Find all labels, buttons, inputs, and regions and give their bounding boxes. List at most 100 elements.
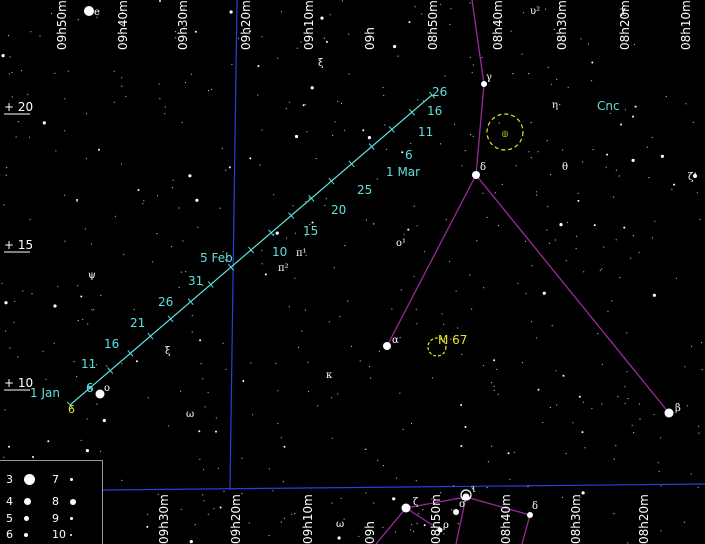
faint-star [5,330,7,332]
faint-star [542,291,546,295]
dec-label-plus20: + 20 [4,100,33,114]
faint-star [555,370,557,372]
faint-star [565,260,567,262]
faint-star [207,513,209,515]
faint-star [487,461,489,463]
faint-star [416,225,418,227]
faint-star [340,497,342,499]
faint-star [275,231,279,235]
faint-star [207,391,209,393]
legend-item-6: 6 [6,528,28,541]
faint-star [1,282,3,284]
faint-star [100,294,102,297]
faint-star [457,327,459,329]
legend-item-9: 9 [52,512,73,525]
faint-star [82,318,84,320]
faint-star [277,57,279,59]
faint-star [365,219,367,221]
faint-star [582,161,584,163]
legend-mag-9: 9 [52,512,59,525]
faint-star [606,153,609,156]
faint-star [30,31,32,33]
faint-star [482,192,484,194]
faint-star [445,218,447,221]
faint-star [365,492,367,494]
faint-star [257,94,259,96]
faint-star [407,228,410,231]
ra-label-bottom: 08h50m [429,494,443,544]
faint-star [268,535,270,537]
label-psi: ψ [88,270,96,281]
faint-star [546,140,548,142]
faint-star [572,422,574,424]
faint-star [701,369,703,371]
faint-star [449,24,451,26]
faint-star [469,2,471,4]
faint-star [601,268,603,270]
faint-star [106,365,108,367]
faint-star [225,368,227,370]
faint-star [451,509,453,511]
faint-star [53,342,55,344]
faint-star [601,403,603,405]
faint-star [13,321,15,323]
faint-star [54,72,56,74]
faint-star [617,396,619,398]
faint-star [344,245,346,247]
faint-star [121,363,123,365]
faint-star [627,542,629,544]
faint-star [545,8,547,10]
faint-star [612,196,615,198]
faint-star [121,77,123,79]
faint-star [288,101,290,103]
faint-star [584,447,586,449]
faint-star [400,289,402,291]
faint-star [164,113,166,115]
label-gamma: γ [486,72,492,83]
faint-star [449,260,451,262]
faint-star [80,295,83,298]
path-label-jan-6: 6 [86,381,94,395]
faint-star [304,103,306,106]
faint-star [699,218,701,221]
faint-star [471,72,473,74]
faint-star [660,154,665,158]
faint-star [531,265,533,267]
legend-mag-4: 4 [6,495,13,508]
faint-star [159,0,161,2]
faint-star [250,362,252,364]
faint-star [308,197,310,199]
faint-star [660,437,662,439]
faint-star [391,308,393,310]
faint-star [121,85,123,87]
label-beta: β [675,403,681,414]
label-xi-2: ξ [165,346,171,357]
faint-star [211,88,213,90]
faint-star [660,530,662,532]
faint-star [660,485,662,487]
faint-star [497,225,500,227]
faint-star [315,157,317,160]
faint-star [413,205,415,207]
faint-star [339,315,341,318]
faint-star [623,226,626,229]
faint-star [273,194,275,196]
faint-star [272,490,274,492]
faint-star [444,75,446,77]
faint-star [583,271,585,273]
faint-star [6,167,8,169]
faint-star [591,61,594,64]
faint-star [17,356,19,358]
faint-star [515,165,517,167]
faint-star [525,293,527,295]
faint-star [399,392,401,394]
faint-star [421,13,423,15]
ra-label-top: 09h10m [302,0,316,50]
chart-background [0,0,705,544]
faint-star [156,195,159,197]
faint-star [548,242,551,244]
faint-star [277,422,279,424]
faint-star [418,513,420,515]
ra-label-top: 08h30m [555,0,569,50]
faint-star [57,286,59,288]
